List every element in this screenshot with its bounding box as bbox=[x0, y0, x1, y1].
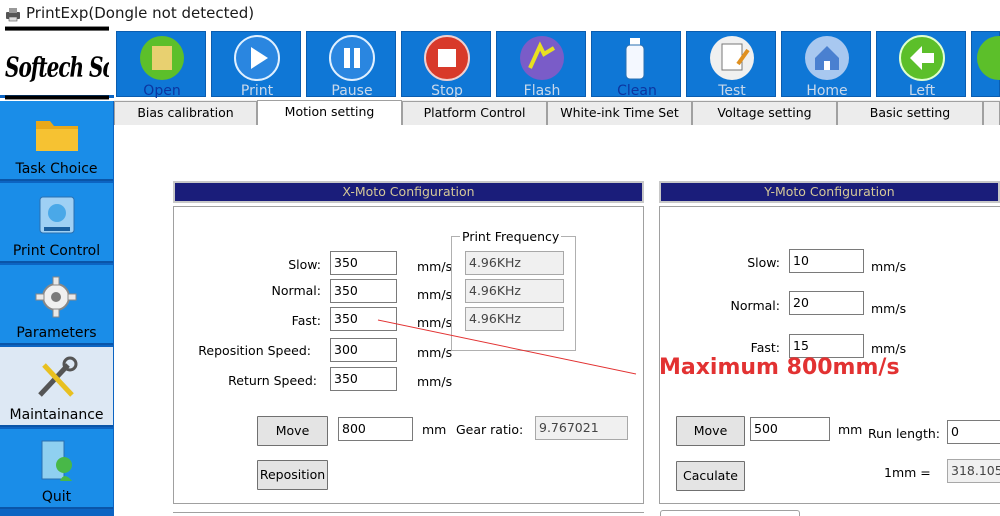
annotation-text: Maximum 800mm/s bbox=[659, 355, 900, 380]
annotation-arrow-line bbox=[377, 319, 637, 375]
